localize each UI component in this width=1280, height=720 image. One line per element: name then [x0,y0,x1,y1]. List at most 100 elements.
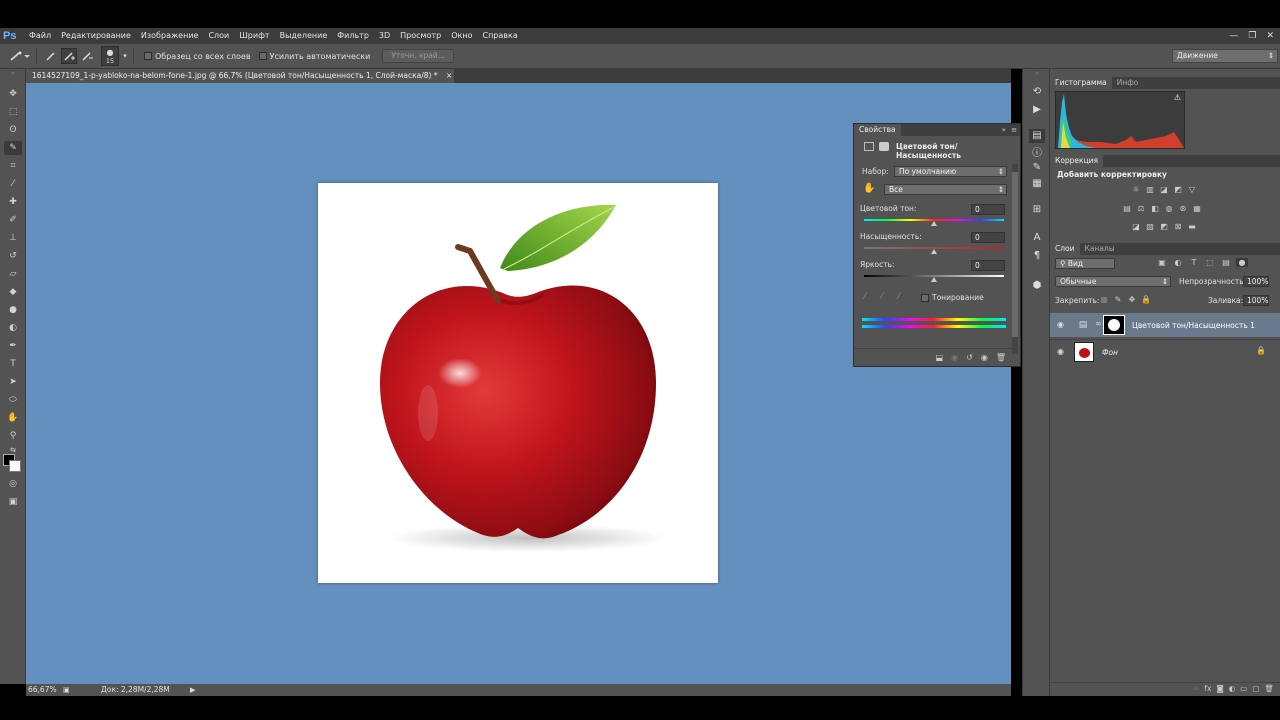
menu-window[interactable]: Окно [446,28,477,44]
brush-tool-icon[interactable]: ✐ [4,213,22,227]
opacity-input[interactable]: 100% [1243,276,1269,287]
blur-tool-icon[interactable]: ● [4,303,22,317]
filter-pixel-icon[interactable]: ▣ [1156,258,1168,267]
auto-enhance-checkbox[interactable]: Усилить автоматически [258,52,370,61]
healing-brush-tool-icon[interactable]: ✚ [4,195,22,209]
warning-icon[interactable]: ⚠ [1174,93,1181,102]
color-balance-icon[interactable]: ⚖ [1135,204,1147,213]
checkbox-box[interactable] [921,293,929,302]
tool-preset-picker[interactable] [6,48,32,64]
channel-mixer-icon[interactable]: ⊛ [1177,204,1189,213]
black-white-icon[interactable]: ◧ [1149,204,1161,213]
close-button[interactable]: ✕ [1266,31,1274,41]
posterize-icon[interactable]: ▨ [1144,222,1156,231]
brush-presets-icon[interactable]: ✎ [1029,161,1045,175]
minimize-button[interactable]: — [1229,31,1238,41]
3d-icon[interactable]: ⬢ [1029,279,1045,293]
tab-info[interactable]: Инфо [1112,77,1144,89]
view-previous-icon[interactable]: ◉ [951,353,958,362]
filter-type-icon[interactable]: T [1188,258,1200,267]
menu-help[interactable]: Справка [477,28,522,44]
levels-icon[interactable]: ▥ [1144,185,1156,194]
link-icon[interactable]: ∞ [1095,319,1102,328]
tab-layers[interactable]: Слои [1050,243,1080,255]
new-group-icon[interactable]: ▭ [1240,684,1247,693]
layer-style-icon[interactable]: fx [1204,684,1211,693]
eyedropper-icon[interactable]: ⁄ [864,292,866,302]
vibrance-icon[interactable]: ▽ [1186,185,1198,194]
menu-view[interactable]: Просмотр [395,28,446,44]
lock-transparency-icon[interactable]: ▦ [1098,295,1110,304]
layer-row-hue-saturation[interactable]: ◉ ▤ ∞ Цветовой тон/Насыщенность 1 [1050,313,1280,337]
filter-adjustment-icon[interactable]: ◐ [1172,258,1184,267]
zoom-level[interactable]: 66,67% [28,684,57,696]
photo-filter-icon[interactable]: ◍ [1163,204,1175,213]
actions-play-icon[interactable]: ▶ [1029,103,1045,117]
new-adjustment-icon[interactable]: ◐ [1229,684,1236,693]
collapse-panel-icon[interactable]: » [1002,124,1006,136]
path-selection-tool-icon[interactable]: ➤ [4,375,22,389]
lasso-tool-icon[interactable]: ʘ [4,123,22,137]
history-brush-tool-icon[interactable]: ↺ [4,249,22,263]
gradient-map-icon[interactable]: ▬ [1186,222,1198,231]
layer-mask-thumbnail[interactable] [1103,315,1125,335]
background-color-swatch[interactable] [9,460,21,472]
paint-bucket-tool-icon[interactable]: ◆ [4,285,22,299]
targeted-adjustment-hand-icon[interactable]: ✋ [863,183,875,194]
link-layers-icon[interactable]: ∞ [1193,684,1199,693]
info-icon[interactable]: ⓘ [1029,147,1045,161]
paragraph-icon[interactable]: ¶ [1029,249,1045,263]
menu-select[interactable]: Выделение [275,28,333,44]
brightness-icon[interactable]: ☼ [1130,185,1142,194]
properties-icon[interactable]: ▤ [1029,129,1045,143]
ellipse-tool-icon[interactable]: ⬭ [4,393,22,407]
maximize-button[interactable]: ❐ [1248,31,1256,41]
crop-tool-icon[interactable]: ⌗ [4,159,22,173]
filter-shape-icon[interactable]: ⬚ [1204,258,1216,267]
selective-color-icon[interactable]: ⊠ [1172,222,1184,231]
quick-selection-tool-icon[interactable]: ✎ [4,141,22,155]
document-tab[interactable]: 1614527109_1-p-yabloko-na-belom-fone-1.j… [26,69,454,83]
properties-header[interactable]: Свойства » ≡ [854,124,1020,136]
eye-icon[interactable]: ◉ [1057,347,1064,356]
document-image[interactable] [318,183,718,583]
filter-smart-icon[interactable]: ▤ [1220,258,1232,267]
menu-filter[interactable]: Фильтр [332,28,374,44]
layer-filter-select[interactable]: ⚲ Вид [1055,258,1115,269]
character-icon[interactable]: A [1029,231,1045,245]
menu-file[interactable]: Файл [24,28,56,44]
fill-input[interactable]: 100% [1243,295,1269,306]
filter-toggle-icon[interactable]: ● [1236,258,1248,267]
invert-icon[interactable]: ◪ [1130,222,1142,231]
checkbox-box[interactable] [144,52,152,60]
eye-icon[interactable]: ◉ [1057,320,1064,329]
collapse-icon[interactable]: » [4,71,22,77]
reset-icon[interactable]: ↺ [966,353,973,362]
new-selection-button[interactable] [43,48,59,64]
curves-icon[interactable]: ◪ [1158,185,1170,194]
saturation-input[interactable]: 0 [971,232,1005,243]
quick-mask-icon[interactable]: ◎ [4,477,22,491]
threshold-icon[interactable]: ◩ [1158,222,1170,231]
menu-layers[interactable]: Слои [203,28,234,44]
layer-name[interactable]: Цветовой тон/Насыщенность 1 [1132,321,1255,330]
preset-select[interactable]: По умолчанию ⇕ [894,166,1007,177]
tab-histogram[interactable]: Гистограмма [1050,77,1112,89]
eyedropper-plus-icon[interactable]: ⁄ [881,292,883,302]
layer-row-background[interactable]: ◉ Фон 🔒 [1050,339,1280,363]
saturation-slider-knob[interactable] [931,249,937,254]
pen-tool-icon[interactable]: ✒ [4,339,22,353]
menu-edit[interactable]: Редактирование [56,28,136,44]
refine-edge-button[interactable]: Уточн. край... [382,49,454,63]
tab-channels[interactable]: Каналы [1080,243,1120,255]
lightness-input[interactable]: 0 [971,260,1005,271]
colorize-checkbox[interactable]: Тонирование [921,293,984,302]
zoom-tool-icon[interactable]: ⚲ [4,429,22,443]
eyedropper-minus-icon[interactable]: ⁄ [898,292,900,302]
screen-mode-icon[interactable]: ▣ [4,495,22,509]
clone-source-icon[interactable]: ⊞ [1029,203,1045,217]
menu-type[interactable]: Шрифт [234,28,274,44]
collapse-icon[interactable]: « [1029,71,1045,77]
visibility-icon[interactable]: ◉ [981,353,988,362]
layer-name[interactable]: Фон [1102,348,1118,357]
